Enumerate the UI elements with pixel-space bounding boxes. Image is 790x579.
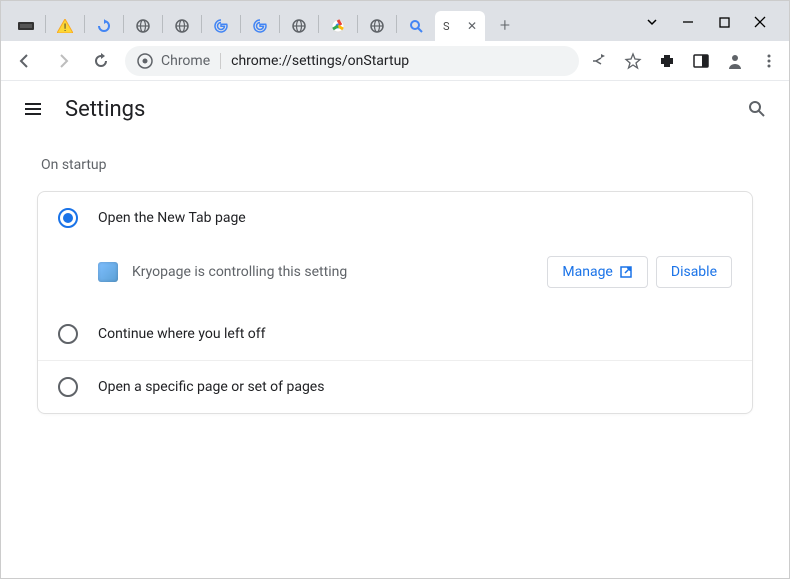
chevron-down-icon[interactable]	[645, 15, 659, 29]
radio-unchecked[interactable]	[58, 324, 78, 344]
tab-2[interactable]	[87, 11, 121, 41]
back-button[interactable]	[11, 47, 39, 75]
search-settings-button[interactable]	[745, 97, 769, 121]
forward-button[interactable]	[49, 47, 77, 75]
tab-7[interactable]	[282, 11, 316, 41]
globe-icon	[135, 18, 151, 34]
tab-6[interactable]	[243, 11, 277, 41]
extension-icon	[98, 262, 118, 282]
tab-8[interactable]	[321, 11, 355, 41]
globe-icon	[369, 18, 385, 34]
search-icon	[408, 18, 424, 34]
page-title: Settings	[65, 97, 145, 122]
radio-checked[interactable]	[58, 208, 78, 228]
tab-10[interactable]	[399, 11, 433, 41]
option-new-tab[interactable]: Open the New Tab page	[38, 192, 752, 244]
manage-button[interactable]: Manage	[547, 256, 647, 288]
tab-0[interactable]	[9, 11, 43, 41]
chrome-icon	[330, 18, 346, 34]
tab-9[interactable]	[360, 11, 394, 41]
tab-4[interactable]	[165, 11, 199, 41]
url-text: chrome://settings/onStartup	[231, 53, 409, 69]
tab-1[interactable]: !	[48, 11, 82, 41]
startup-card: Open the New Tab page Kryopage is contro…	[37, 191, 753, 414]
tab-favicon	[18, 18, 34, 34]
extensions-icon[interactable]	[657, 51, 677, 71]
disable-button[interactable]: Disable	[656, 256, 732, 288]
close-button[interactable]	[753, 15, 767, 29]
tab-5[interactable]	[204, 11, 238, 41]
profile-icon[interactable]	[725, 51, 745, 71]
google-icon	[252, 18, 268, 34]
manage-label: Manage	[562, 264, 612, 280]
sidepanel-icon[interactable]	[691, 51, 711, 71]
warning-icon: !	[57, 18, 73, 34]
reload-icon	[96, 18, 112, 34]
menu-icon[interactable]	[759, 51, 779, 71]
disable-label: Disable	[671, 264, 717, 280]
option-continue[interactable]: Continue where you left off	[38, 308, 752, 360]
hamburger-icon[interactable]	[21, 97, 45, 121]
section-title: On startup	[37, 157, 753, 173]
external-link-icon	[619, 265, 633, 279]
option-label: Open a specific page or set of pages	[98, 379, 324, 395]
globe-icon	[291, 18, 307, 34]
tab-3[interactable]	[126, 11, 160, 41]
option-label: Open the New Tab page	[98, 210, 246, 226]
reload-button[interactable]	[87, 47, 115, 75]
option-specific-pages[interactable]: Open a specific page or set of pages	[38, 360, 752, 413]
close-icon[interactable]: ✕	[467, 19, 477, 33]
chrome-label: Chrome	[161, 53, 210, 69]
share-icon[interactable]	[589, 51, 609, 71]
chrome-logo-icon	[137, 53, 153, 69]
option-label: Continue where you left off	[98, 326, 266, 342]
new-tab-button[interactable]: +	[491, 11, 519, 39]
extension-notice-row: Kryopage is controlling this setting Man…	[38, 244, 752, 308]
address-bar[interactable]: Chrome chrome://settings/onStartup	[125, 46, 579, 76]
radio-unchecked[interactable]	[58, 377, 78, 397]
tab-active[interactable]: S ✕	[435, 11, 485, 41]
bookmark-icon[interactable]	[623, 51, 643, 71]
maximize-button[interactable]	[717, 15, 731, 29]
browser-tabstrip: ! S ✕ +	[1, 1, 789, 41]
extension-notice-text: Kryopage is controlling this setting	[132, 264, 347, 280]
tab-label: S	[443, 20, 450, 33]
svg-text:!: !	[64, 23, 67, 33]
minimize-button[interactable]	[681, 15, 695, 29]
google-icon	[213, 18, 229, 34]
settings-page: Settings On startup Open the New Tab pag…	[1, 81, 789, 578]
globe-icon	[174, 18, 190, 34]
browser-toolbar: Chrome chrome://settings/onStartup	[1, 41, 789, 81]
